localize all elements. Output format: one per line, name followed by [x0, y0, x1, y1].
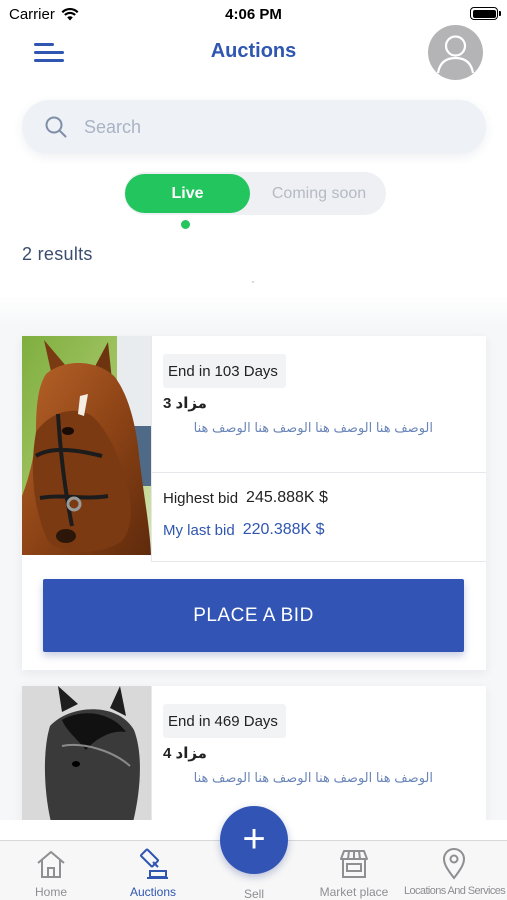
- tab-label: Auctions: [129, 885, 177, 899]
- search-icon: [45, 116, 67, 138]
- home-icon: [37, 851, 65, 878]
- divider: [252, 281, 254, 283]
- end-time-badge: End in 103 Days: [163, 354, 286, 388]
- tab-live[interactable]: Live: [125, 174, 250, 213]
- tab-coming-soon[interactable]: Coming soon: [254, 174, 384, 213]
- app-header: Auctions: [0, 22, 507, 84]
- tab-label: Sell: [243, 887, 264, 900]
- my-last-bid-value: 220.388K $: [242, 521, 325, 538]
- battery-icon: [470, 7, 501, 20]
- auction-title: مزاد 4: [163, 745, 207, 762]
- store-icon: [340, 850, 368, 878]
- auction-title: مزاد 3: [163, 395, 207, 412]
- highest-bid-label: Highest bid: [163, 489, 239, 507]
- active-tab-indicator: [181, 220, 190, 229]
- auction-info: End in 469 Days مزاد 4 الوصف هنا الوصف ه…: [151, 686, 486, 820]
- tab-label: Locations And Services: [404, 885, 506, 897]
- plus-icon: +: [242, 816, 266, 861]
- end-time-badge: End in 469 Days: [163, 704, 286, 738]
- my-last-bid-label: My last bid: [163, 521, 235, 539]
- location-pin-icon: [442, 848, 466, 880]
- auction-description: الوصف هنا الوصف هنا الوصف هنا الوصف هنا: [193, 420, 433, 435]
- tab-auctions[interactable]: Auctions: [103, 847, 203, 899]
- status-time: 4:06 PM: [225, 6, 282, 23]
- hamburger-menu-icon[interactable]: [34, 40, 66, 66]
- end-value: 469 Days: [214, 712, 278, 730]
- results-count: 2 results: [22, 244, 93, 264]
- tab-market-place[interactable]: Market place: [304, 847, 404, 899]
- end-value: 103 Days: [214, 362, 278, 380]
- auction-card[interactable]: End in 103 Days مزاد 3 الوصف هنا الوصف ه…: [22, 336, 486, 670]
- auction-list[interactable]: End in 103 Days مزاد 3 الوصف هنا الوصف ه…: [0, 296, 507, 820]
- place-bid-button[interactable]: PLACE A BID: [43, 579, 464, 652]
- tab-sell[interactable]: Sell: [204, 883, 304, 900]
- tab-label: Market place: [319, 885, 389, 899]
- brown-horse-photo: [22, 336, 151, 555]
- bid-summary: Highest bid 245.888K $ My last bid 220.3…: [151, 472, 486, 562]
- gavel-icon: [140, 848, 168, 879]
- highest-bid-row: Highest bid 245.888K $: [163, 489, 328, 507]
- my-last-bid-row: My last bid 220.388K $: [163, 521, 325, 539]
- black-white-horse-photo: [22, 686, 151, 820]
- user-avatar-icon[interactable]: [428, 25, 483, 80]
- tab-label: Home: [34, 885, 67, 899]
- auction-status-toggle: Live Coming soon: [124, 172, 386, 215]
- search-input[interactable]: [84, 116, 444, 138]
- end-label: End in: [168, 712, 211, 730]
- tab-home[interactable]: Home: [1, 847, 101, 899]
- tab-locations-and-services[interactable]: Locations And Services: [404, 847, 506, 897]
- auction-card[interactable]: End in 469 Days مزاد 4 الوصف هنا الوصف ه…: [22, 686, 486, 820]
- sell-fab-button[interactable]: +: [220, 806, 288, 874]
- auction-description: الوصف هنا الوصف هنا الوصف هنا الوصف هنا: [193, 770, 433, 785]
- end-label: End in: [168, 362, 211, 380]
- highest-bid-value: 245.888K $: [246, 489, 328, 506]
- auction-info: End in 103 Days مزاد 3 الوصف هنا الوصف ه…: [151, 336, 486, 472]
- search-bar: [22, 100, 486, 154]
